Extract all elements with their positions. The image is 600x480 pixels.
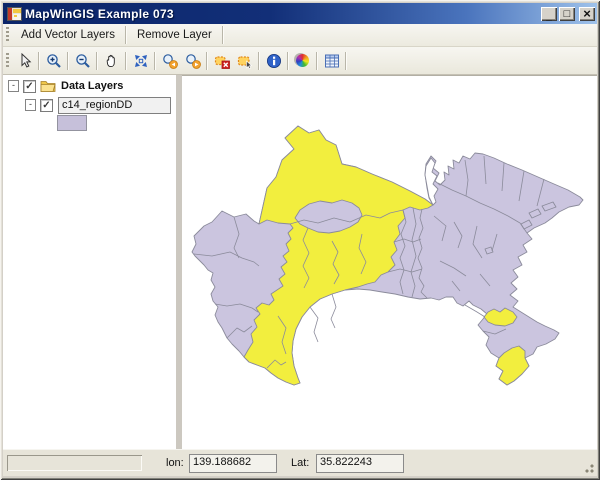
layer-checkbox[interactable]: ✓ xyxy=(40,99,53,112)
menu-add-vector-layers[interactable]: Add Vector Layers xyxy=(13,26,123,44)
toolbar-separator xyxy=(316,52,318,70)
lat-value-box[interactable]: 35.822243 xyxy=(316,454,404,473)
app-window: MapWinGIS Example 073 _ □ × Add Vector L… xyxy=(0,0,600,480)
layer-label[interactable]: c14_regionDD xyxy=(58,97,171,114)
tree-root-label: Data Layers xyxy=(61,80,123,92)
lon-label: lon: xyxy=(166,457,184,469)
maximize-button[interactable]: □ xyxy=(559,7,575,21)
zoom-in-icon xyxy=(46,53,62,69)
layers-tree-panel: - ✓ Data Layers - ✓ c14_regionDD xyxy=(3,75,176,450)
toolbar-separator xyxy=(96,52,98,70)
zoom-previous-button[interactable] xyxy=(158,50,181,72)
toolbar-separator xyxy=(38,52,40,70)
zoom-out-button[interactable] xyxy=(71,50,94,72)
status-message-panel xyxy=(7,455,142,471)
lon-value-box[interactable]: 139.188682 xyxy=(189,454,277,473)
tool-strip xyxy=(3,47,597,75)
app-icon xyxy=(7,7,22,21)
zoom-next-button[interactable] xyxy=(181,50,204,72)
table-icon xyxy=(324,53,340,69)
layer-swatch[interactable] xyxy=(57,115,87,131)
full-extent-icon xyxy=(133,53,149,69)
toolbar-separator xyxy=(154,52,156,70)
menu-separator xyxy=(222,26,224,44)
zoom-next-icon xyxy=(185,53,201,69)
toolbar-separator xyxy=(258,52,260,70)
boundary xyxy=(310,307,318,342)
cursor-icon xyxy=(17,53,33,69)
menu-remove-layer[interactable]: Remove Layer xyxy=(129,26,220,44)
toolbar-separator xyxy=(125,52,127,70)
select-shapes-icon xyxy=(237,53,253,69)
attribute-table-button[interactable] xyxy=(320,50,343,72)
tree-node-data-layers[interactable]: - ✓ Data Layers xyxy=(8,78,176,94)
resize-grip[interactable] xyxy=(582,461,595,474)
lat-label: Lat: xyxy=(291,457,309,469)
toolbar-separator xyxy=(67,52,69,70)
status-bar: lon: 139.188682 Lat: 35.822243 xyxy=(3,449,597,476)
data-layers-checkbox[interactable]: ✓ xyxy=(23,80,36,93)
pan-hand-icon xyxy=(104,53,120,69)
window-title: MapWinGIS Example 073 xyxy=(25,7,539,21)
toolbar-separator xyxy=(206,52,208,70)
expand-collapse-icon[interactable]: - xyxy=(25,99,36,111)
clear-selection-icon xyxy=(214,53,230,69)
title-bar[interactable]: MapWinGIS Example 073 _ □ × xyxy=(3,3,597,24)
tree-node-layer[interactable]: - ✓ c14_regionDD xyxy=(25,97,176,113)
zoom-previous-icon xyxy=(162,53,178,69)
minimize-button[interactable]: _ xyxy=(541,7,557,21)
close-button[interactable]: × xyxy=(579,7,595,21)
select-cursor-button[interactable] xyxy=(13,50,36,72)
toolstrip-grip[interactable] xyxy=(6,53,9,69)
info-icon xyxy=(266,53,282,69)
clear-selection-button[interactable] xyxy=(210,50,233,72)
identify-button[interactable] xyxy=(262,50,285,72)
menustrip-grip[interactable] xyxy=(6,27,9,43)
folder-icon xyxy=(40,80,56,92)
zoom-full-extent-button[interactable] xyxy=(129,50,152,72)
toolbar-separator xyxy=(287,52,289,70)
map-canvas[interactable] xyxy=(182,75,597,450)
select-shapes-button[interactable] xyxy=(233,50,256,72)
menu-strip: Add Vector Layers Remove Layer xyxy=(3,24,597,47)
symbology-button[interactable] xyxy=(291,50,314,72)
expand-collapse-icon[interactable]: - xyxy=(8,80,19,92)
map-svg xyxy=(182,76,597,450)
toolbar-separator xyxy=(345,52,347,70)
zoom-out-icon xyxy=(75,53,91,69)
content-area: - ✓ Data Layers - ✓ c14_regionDD xyxy=(3,74,597,450)
boundary xyxy=(331,294,336,328)
pan-button[interactable] xyxy=(100,50,123,72)
menu-separator xyxy=(125,26,127,44)
zoom-in-button[interactable] xyxy=(42,50,65,72)
color-wheel-icon xyxy=(296,54,309,67)
